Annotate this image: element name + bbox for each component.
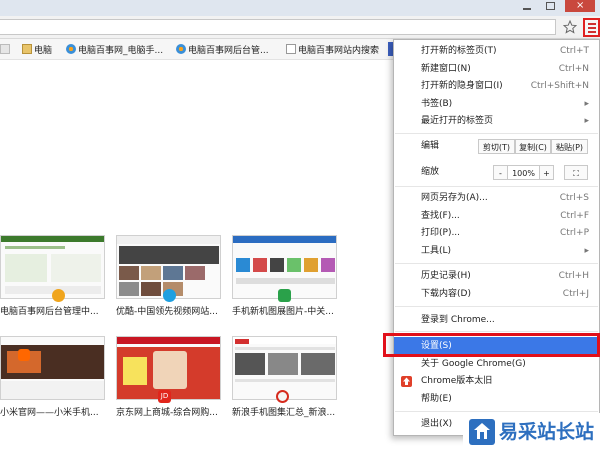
menu-item-new-window[interactable]: 新建窗口(N) Ctrl+N <box>394 61 599 78</box>
star-bookmark-icon[interactable] <box>562 19 578 35</box>
page-icon <box>0 44 10 54</box>
zoom-out-button[interactable]: - <box>493 165 508 180</box>
site-favicon <box>163 289 176 302</box>
bookmark-label: 电脑百事网_电脑手... <box>78 45 164 56</box>
bookmark-label: 电脑百事网后台管... <box>188 45 269 56</box>
site-icon <box>66 44 76 54</box>
menu-item-label: 查找(F)... <box>421 211 460 221</box>
menu-item-shortcut: Ctrl+P <box>560 228 589 238</box>
watermark-text: 易采站长站 <box>499 421 595 443</box>
menu-item-label: 打印(P)... <box>421 228 461 238</box>
menu-separator <box>395 133 598 134</box>
menu-item-label: 帮助(E) <box>421 394 452 404</box>
menu-item-shortcut: Ctrl+F <box>560 211 589 221</box>
paste-button[interactable]: 粘贴(P) <box>551 139 588 154</box>
menu-item-label: 历史记录(H) <box>421 271 471 281</box>
thumbnail-label[interactable]: 手机新机图展图片-中关... <box>232 304 342 317</box>
thumbnail-label[interactable]: 小米官网——小米手机... <box>0 405 106 418</box>
menu-item-new-tab[interactable]: 打开新的标签页(T) Ctrl+T <box>394 43 599 60</box>
thumbnail-label[interactable]: 京东网上商城-综合网购... <box>116 405 226 418</box>
settings-highlight-box <box>383 333 600 357</box>
site-favicon <box>278 289 291 302</box>
menu-item-label: 关于 Google Chrome(G) <box>421 359 526 369</box>
zoom-level: 100% <box>508 165 539 180</box>
watermark-logo-icon <box>469 419 495 445</box>
bookmark-item[interactable]: 电脑 <box>22 42 62 56</box>
menu-item-about[interactable]: 关于 Google Chrome(G) <box>394 356 599 373</box>
bookmark-item[interactable]: 电脑百事网_电脑手... <box>66 42 170 56</box>
menu-item-print[interactable]: 打印(P)... Ctrl+P <box>394 225 599 242</box>
menu-item-incognito[interactable]: 打开新的隐身窗口(I) Ctrl+Shift+N <box>394 78 599 95</box>
chevron-right-icon: ▸ <box>584 116 589 126</box>
close-window-icon[interactable]: × <box>565 0 595 12</box>
chevron-right-icon: ▸ <box>584 246 589 256</box>
copy-button[interactable]: 复制(C) <box>515 139 551 154</box>
menu-item-shortcut: Ctrl+S <box>559 193 589 203</box>
menu-item-bookmarks[interactable]: 书签(B) ▸ <box>394 96 599 113</box>
menu-item-label: 工具(L) <box>421 246 452 256</box>
menu-item-label: 网页另存为(A)... <box>421 193 488 203</box>
menu-item-label: 最近打开的标签页 <box>421 116 494 126</box>
thumbnail-label[interactable]: 优酷-中国领先视频网站... <box>116 304 226 317</box>
menu-item-label: 新建窗口(N) <box>421 64 471 74</box>
menu-item-label: 退出(X) <box>421 419 453 429</box>
menu-item-label: 下载内容(D) <box>421 289 471 299</box>
menu-item-label: Chrome版本太旧 <box>421 376 493 386</box>
bookmark-label: 电脑 <box>34 45 53 56</box>
zoom-in-button[interactable]: + <box>539 165 554 180</box>
folder-icon <box>22 44 32 54</box>
chrome-menu: 打开新的标签页(T) Ctrl+T 新建窗口(N) Ctrl+N 打开新的隐身窗口(… <box>393 39 600 436</box>
chevron-right-icon: ▸ <box>584 99 589 109</box>
menu-item-help[interactable]: 帮助(E) <box>394 391 599 408</box>
menu-item-label: 打开新的隐身窗口(I) <box>421 81 503 91</box>
site-favicon <box>18 349 30 361</box>
bookmark-item[interactable]: 电脑百事网站内搜索 <box>286 42 386 56</box>
menu-separator <box>395 263 598 264</box>
menu-item-shortcut: Ctrl+H <box>558 271 589 281</box>
menu-item-update[interactable]: Chrome版本太旧 <box>394 373 599 390</box>
menu-item-recent-tabs[interactable]: 最近打开的标签页 ▸ <box>394 113 599 130</box>
address-bar[interactable] <box>0 19 556 35</box>
thumbnail-site-1[interactable] <box>0 235 105 299</box>
thumbnail-site-4[interactable] <box>0 336 105 400</box>
menu-item-label: 缩放 <box>421 167 440 177</box>
chrome-menu-button[interactable] <box>583 18 600 37</box>
menu-item-find[interactable]: 查找(F)... Ctrl+F <box>394 208 599 225</box>
maximize-icon[interactable] <box>542 0 558 12</box>
menu-separator <box>395 411 598 412</box>
menu-item-label: 打开新的标签页(T) <box>421 46 497 56</box>
menu-item-save-as[interactable]: 网页另存为(A)... Ctrl+S <box>394 190 599 207</box>
bookmark-item[interactable]: 电脑百事网后台管... <box>176 42 280 56</box>
menu-item-tools[interactable]: 工具(L) ▸ <box>394 243 599 260</box>
site-favicon <box>276 390 289 403</box>
menu-separator <box>395 186 598 187</box>
menu-separator <box>395 306 598 307</box>
menu-item-shortcut: Ctrl+T <box>559 46 589 56</box>
menu-item-shortcut: Ctrl+J <box>562 289 589 299</box>
title-bar: × <box>0 0 600 16</box>
update-arrow-icon <box>401 376 412 387</box>
menu-item-label: 编辑 <box>421 141 440 151</box>
menu-item-shortcut: Ctrl+Shift+N <box>530 81 589 91</box>
site-icon <box>176 44 186 54</box>
watermark: 易采站长站 <box>463 413 600 451</box>
menu-item-downloads[interactable]: 下载内容(D) Ctrl+J <box>394 286 599 303</box>
bookmark-item[interactable] <box>0 42 10 56</box>
site-favicon <box>52 289 65 302</box>
menu-item-signin[interactable]: 登录到 Chrome... <box>394 312 599 329</box>
site-favicon: JD <box>158 390 171 403</box>
menu-separator <box>395 331 598 332</box>
menu-item-label: 书签(B) <box>421 99 453 109</box>
menu-item-label: 登录到 Chrome... <box>421 315 495 325</box>
fullscreen-icon[interactable]: ⛶ <box>564 165 588 180</box>
thumbnail-label[interactable]: 新浪手机图集汇总_新浪... <box>232 405 342 418</box>
menu-item-shortcut: Ctrl+N <box>558 64 589 74</box>
minimize-icon[interactable] <box>519 0 535 12</box>
page-icon <box>286 44 296 54</box>
thumbnail-label[interactable]: 电脑百事网后台管理中... <box>0 304 106 317</box>
bookmark-label: 电脑百事网站内搜索 <box>298 45 380 56</box>
menu-item-history[interactable]: 历史记录(H) Ctrl+H <box>394 268 599 285</box>
cut-button[interactable]: 剪切(T) <box>478 139 515 154</box>
